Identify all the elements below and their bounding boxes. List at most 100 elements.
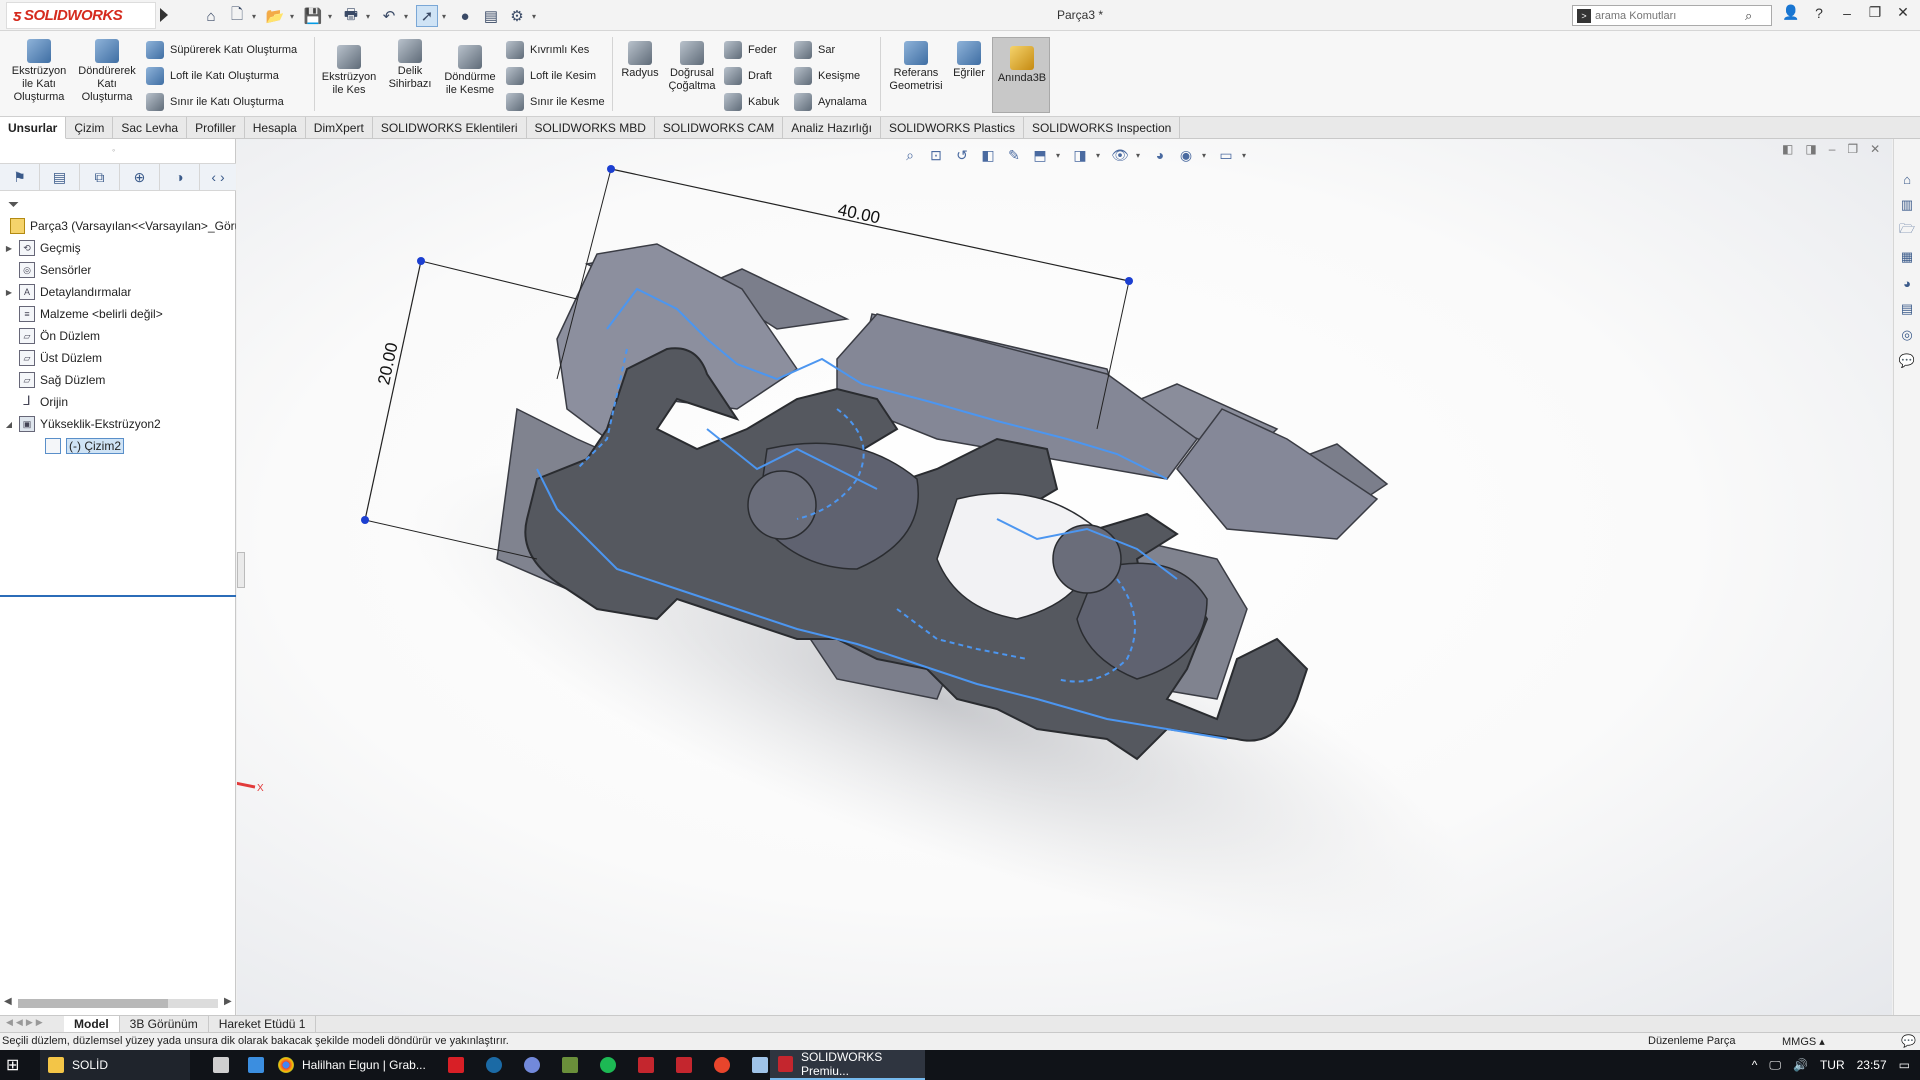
close-icon[interactable]: ✕ [1894,4,1912,21]
tab-navigation-arrows-icon[interactable]: ◀◀▶▶ [0,1017,64,1032]
unit-system-selector[interactable]: MMGS ▴ [1782,1035,1825,1048]
tree-item-sketch2[interactable]: (-) Çizim2 [0,435,236,457]
extrude-boss-button[interactable]: Ekstrüzyon ile Katı Oluşturma [6,39,72,104]
search-icon[interactable]: ⌕ [1745,8,1752,24]
dimension-value-40[interactable]: 40.00 [836,200,882,227]
taskbar-folder[interactable]: SOLİD [40,1050,190,1080]
dimension-endpoint[interactable] [607,165,615,173]
tree-root-part[interactable]: Parça3 (Varsayılan<<Varsayılan>_Görür [0,215,236,237]
hole-left[interactable] [747,470,817,540]
face-left-upper-block[interactable] [556,243,799,440]
tree-item-history[interactable]: ▶ ⟲ Geçmiş [0,237,236,259]
volume-icon[interactable]: 🔊 [1793,1058,1808,1072]
select-dropdown-icon[interactable]: ▾ [442,12,450,21]
file-properties-icon[interactable]: ▤ [480,5,502,27]
minimize-icon[interactable]: – [1838,5,1856,21]
graphics-area[interactable]: ⌕ ⊡ ↺ ◧ ✎ ⬒ ▾ ◨ ▾ 👁 ▾ ◕ ◉ ▾ ▭ ▾ ◧ ◨ – ❐ ✕ [237,139,1892,1015]
undo-dropdown-icon[interactable]: ▾ [404,12,412,21]
select-pointer-icon[interactable]: ➚ [416,5,438,27]
taskbar-mail[interactable] [240,1050,272,1080]
linear-pattern-button[interactable]: Doğrusal Çoğaltma [664,41,720,93]
draft-button[interactable]: Draft [724,67,772,85]
new-document-icon[interactable]: 🗋 [226,5,248,27]
dimension-endpoint[interactable] [417,257,425,265]
design-library-icon[interactable]: ▥ [1897,195,1917,215]
save-icon[interactable]: 💾 [302,5,324,27]
feature-manager-tab-icon[interactable]: ⚑ [0,164,40,190]
dimension-endpoint[interactable] [361,516,369,524]
tab-features[interactable]: Unsurlar [0,117,67,139]
tab-evaluate[interactable]: Hesapla [245,117,306,139]
tab-sheet-metal[interactable]: Sac Levha [113,117,188,139]
hole-right[interactable] [1052,524,1122,594]
taskbar-discord[interactable] [516,1050,548,1080]
options-gear-icon[interactable]: ⚙ [506,5,528,27]
rib-button[interactable]: Feder [724,41,777,59]
model-canvas[interactable]: 40.00 20.00 Y X [237,139,1892,1015]
wrap-button[interactable]: Sar [794,41,835,59]
configuration-manager-tab-icon[interactable]: ⧉ [80,164,120,190]
reference-geometry-button[interactable]: Referans Geometrisi [884,41,948,93]
appearances-icon[interactable]: ◕ [1897,273,1917,293]
view-palette-icon[interactable]: ▦ [1897,247,1917,267]
tab-mbd[interactable]: SOLIDWORKS MBD [527,117,655,139]
taskbar-app-moon[interactable] [706,1050,738,1080]
scroll-thumb[interactable] [18,999,168,1008]
property-manager-tab-icon[interactable]: ▤ [40,164,80,190]
revolve-cut-button[interactable]: Döndürme ile Kesme [440,45,500,97]
tab-3d-views[interactable]: 3B Görünüm [120,1015,209,1033]
loft-boss-button[interactable]: Loft ile Katı Oluşturma [146,67,279,85]
hole-wizard-button[interactable]: Delik Sihirbazı [380,39,440,91]
panel-scroll-arrows-icon[interactable]: ‹ › [200,164,236,190]
custom-properties-icon[interactable]: ▤ [1897,299,1917,319]
taskbar-steam[interactable] [478,1050,510,1080]
taskbar-solidworks-2018[interactable] [668,1050,700,1080]
tab-motion-study[interactable]: Hareket Etüdü 1 [209,1015,317,1033]
mirror-button[interactable]: Aynalama [794,93,867,111]
tree-item-boss-extrude2[interactable]: ◢ ▣ Yükseklik-Ekstrüzyon2 [0,413,236,435]
tray-expand-icon[interactable]: ^ [1752,1058,1758,1072]
swept-cut-button[interactable]: Kıvrımlı Kes [506,41,589,59]
tab-profiles[interactable]: Profiller [187,117,245,139]
taskbar-app-m[interactable] [630,1050,662,1080]
intersect-button[interactable]: Kesişme [794,67,860,85]
tab-inspection[interactable]: SOLIDWORKS Inspection [1024,117,1181,139]
tree-item-origin[interactable]: ⅃ Orijin [0,391,236,413]
tree-item-annotations[interactable]: ▶ A Detaylandırmalar [0,281,236,303]
options-dropdown-icon[interactable]: ▾ [532,12,540,21]
tab-analysis-prep[interactable]: Analiz Hazırlığı [783,117,881,139]
dimxpert-manager-tab-icon[interactable]: ⊕ [120,164,160,190]
boundary-boss-button[interactable]: Sınır ile Katı Oluşturma [146,93,284,111]
taskbar-chrome[interactable]: Halilhan Elgun | Grab... [270,1050,430,1080]
expand-arrow-icon[interactable]: ▶ [4,288,14,297]
start-button[interactable]: ⊞ [6,1050,19,1080]
taskbar-solidworks[interactable]: SOLIDWORKS Premiu... [770,1050,925,1080]
loft-cut-button[interactable]: Loft ile Kesim [506,67,596,85]
solidworks-forum-icon[interactable]: ◎ [1897,325,1917,345]
print-dropdown-icon[interactable]: ▾ [366,12,374,21]
tab-addins[interactable]: SOLIDWORKS Eklentileri [373,117,527,139]
tab-plastics[interactable]: SOLIDWORKS Plastics [881,117,1024,139]
taskbar-netflix[interactable] [440,1050,472,1080]
boundary-cut-button[interactable]: Sınır ile Kesme [506,93,605,111]
tree-item-right-plane[interactable]: ▱ Sağ Düzlem [0,369,236,391]
notifications-icon[interactable]: ▭ [1899,1058,1910,1072]
scroll-right-icon[interactable]: ▶ [224,996,232,1007]
filter-icon[interactable]: ⏷ [8,196,19,213]
user-icon[interactable]: 👤 [1782,4,1800,21]
tooltip-toggle-icon[interactable]: 💬 [1901,1034,1916,1048]
scroll-left-icon[interactable]: ◀ [4,996,12,1007]
tab-dimxpert[interactable]: DimXpert [306,117,373,139]
revolve-boss-button[interactable]: Döndürerek Katı Oluşturma [74,39,140,104]
panel-grip-icon[interactable]: ◦ [112,145,115,155]
open-dropdown-icon[interactable]: ▾ [290,12,298,21]
curves-button[interactable]: Eğriler [948,41,990,80]
tree-item-material[interactable]: ≡ Malzeme <belirli değil> [0,303,236,325]
new-dropdown-icon[interactable]: ▾ [252,12,260,21]
taskbar-store[interactable] [205,1050,237,1080]
search-input[interactable] [1595,9,1745,22]
command-search[interactable]: > ⌕ [1572,5,1772,26]
dimension-endpoint[interactable] [1125,277,1133,285]
instant3d-button[interactable]: Anında3B [992,37,1050,113]
menu-expand-arrow-icon[interactable] [160,8,168,22]
